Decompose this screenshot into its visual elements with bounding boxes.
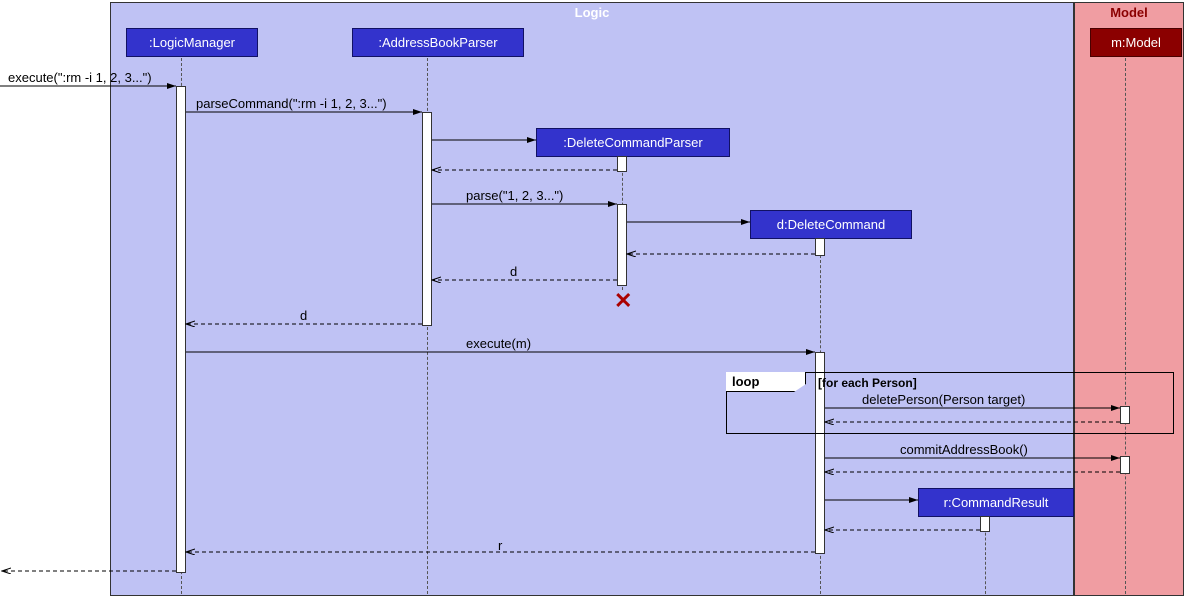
activation-command-result — [980, 516, 990, 532]
msg-execute: execute(":rm -i 1, 2, 3...") — [8, 70, 152, 85]
destroy-icon: ✕ — [614, 288, 632, 314]
lifeline-model — [1125, 58, 1126, 594]
model-region: Model — [1074, 2, 1184, 596]
loop-label: loop — [726, 372, 806, 392]
msg-commit: commitAddressBook() — [900, 442, 1028, 457]
msg-execute-m: execute(m) — [466, 336, 531, 351]
msg-parse: parse("1, 2, 3...") — [466, 188, 563, 203]
msg-return-d1: d — [510, 264, 517, 279]
msg-deleteperson: deletePerson(Person target) — [862, 392, 1025, 407]
model-region-label: Model — [1110, 5, 1148, 20]
activation-delete-command-parser-1 — [617, 156, 627, 172]
msg-return-r: r — [498, 538, 502, 553]
participant-delete-command-parser: :DeleteCommandParser — [536, 128, 730, 157]
activation-addressbook-parser — [422, 112, 432, 326]
participant-command-result: r:CommandResult — [918, 488, 1074, 517]
activation-logic-manager — [176, 86, 186, 573]
participant-model: m:Model — [1090, 28, 1182, 57]
loop-condition: [for each Person] — [818, 376, 917, 390]
activation-delete-command-1 — [815, 238, 825, 256]
msg-return-d2: d — [300, 308, 307, 323]
msg-parsecommand: parseCommand(":rm -i 1, 2, 3...") — [196, 96, 387, 111]
participant-delete-command: d:DeleteCommand — [750, 210, 912, 239]
activation-delete-command-parser-2 — [617, 204, 627, 286]
participant-addressbook-parser: :AddressBookParser — [352, 28, 524, 57]
logic-region-label: Logic — [575, 5, 610, 20]
activation-model-2 — [1120, 456, 1130, 474]
participant-logic-manager: :LogicManager — [126, 28, 258, 57]
